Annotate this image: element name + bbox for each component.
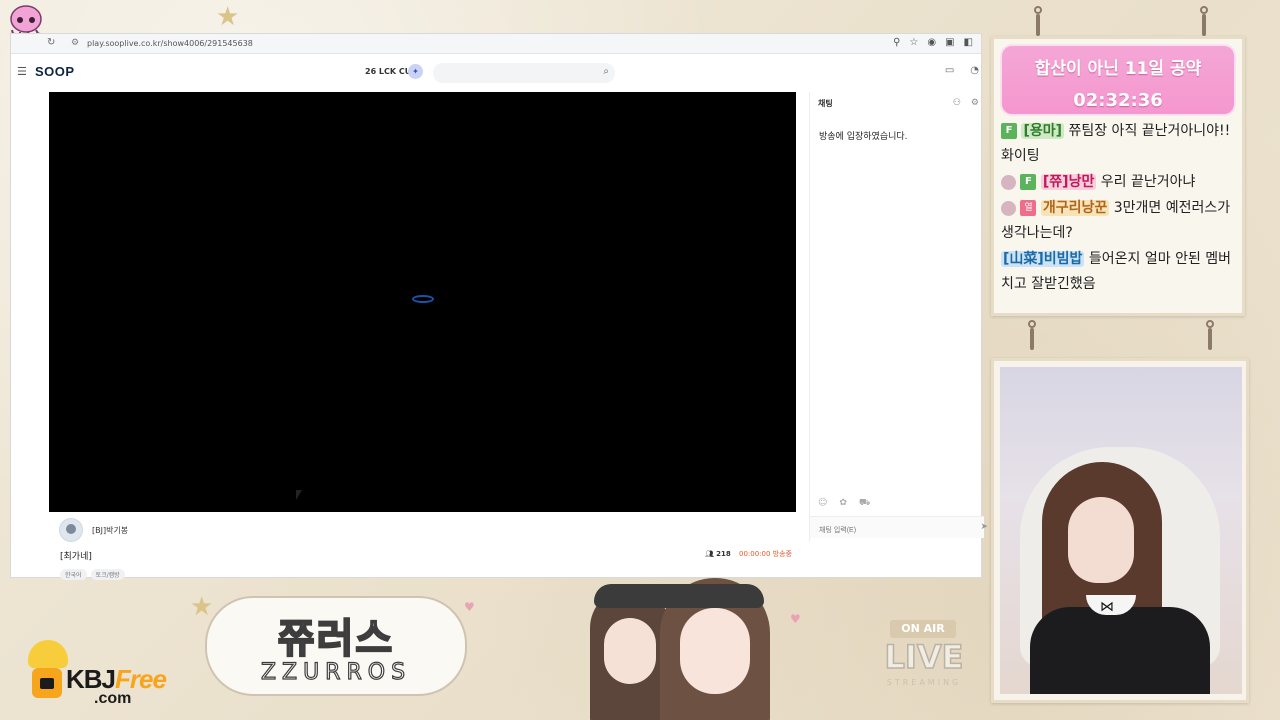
settings-gear-icon[interactable]: ⚙: [971, 98, 979, 108]
viewer-count: 218: [716, 550, 731, 558]
overlay-chat-message: F [용마] 쮸팀장 아직 끝난거아니야!! 화이팅: [1001, 119, 1237, 169]
banner-timer: 02:32:36: [1073, 90, 1163, 111]
pledge-banner: 합산이 아닌 11일 공약 02:32:36: [1000, 44, 1236, 116]
notification-icon[interactable]: ◔: [970, 65, 979, 76]
webcam-frame: ⋈: [991, 358, 1249, 703]
user-list-icon[interactable]: ⚇: [953, 98, 961, 108]
channel-name-korean: 쮸러스: [277, 615, 395, 663]
menu-icon[interactable]: ☰: [17, 65, 27, 78]
reload-icon[interactable]: ↻: [47, 37, 55, 48]
star-decoration-icon: ★: [216, 2, 240, 32]
announcement-card: 합산이 아닌 11일 공약 02:32:36 F [용마] 쮸팀장 아직 끝난거…: [991, 36, 1245, 316]
browser-toolbar: ⚲ ☆ ◉ ▣ ◧: [893, 37, 973, 48]
site-header: ☰ SOOP 26 LCK CUP ✦ ⌕ ▭ ◔: [11, 55, 981, 89]
address-bar: ↻ ⚙ play.sooplive.co.kr/show4006/2915456…: [11, 34, 981, 54]
video-player[interactable]: [49, 92, 796, 512]
search-input[interactable]: [433, 65, 593, 85]
overlay-chat: F [용마] 쮸팀장 아직 끝난거아니야!! 화이팅 F [쮸]낭만 우리 끝난…: [1001, 119, 1237, 298]
url-text[interactable]: play.sooplive.co.kr/show4006/291545638: [87, 39, 253, 48]
header-actions: ▭ ◔: [945, 65, 979, 76]
photo-face-left: [604, 618, 656, 684]
chat-nickname: 개구리낭꾼: [1040, 200, 1110, 216]
chat-input-box[interactable]: ➤: [810, 516, 988, 541]
clip-pin-icon: [1032, 6, 1044, 36]
gift-icon[interactable]: ✿: [839, 498, 847, 509]
event-badge-icon[interactable]: ✦: [408, 64, 423, 79]
viewers-icon: 👥︎: [705, 550, 714, 558]
channel-name-bubble: 쮸러스 ZZURROS: [205, 596, 467, 696]
stream-title: [최가네]: [60, 552, 92, 562]
watermark-domain: .com: [94, 690, 132, 707]
chat-panel: 채팅 ⚇ ⚙ 방송에 입장하였습니다. ☺ ✿ ⛟ ➤: [809, 92, 988, 542]
webcam-feed: ⋈: [1000, 367, 1242, 694]
photo-hats: [594, 584, 764, 608]
chat-nickname: [용마]: [1021, 123, 1065, 139]
fan-badge-icon: F: [1001, 123, 1017, 139]
chat-system-message: 방송에 입장하였습니다.: [819, 132, 908, 142]
extension-icon[interactable]: ▣: [945, 37, 954, 48]
overlay-chat-message: F [쮸]낭만 우리 끝난거아냐: [1001, 170, 1237, 195]
chat-header-actions: ⚇ ⚙: [953, 98, 979, 108]
cat-mascot-icon: [28, 640, 68, 668]
rank-badge-icon: 열: [1020, 200, 1037, 216]
site-logo[interactable]: SOOP: [35, 64, 75, 79]
clip-pin-icon: [1204, 320, 1216, 350]
extensions-puzzle-icon[interactable]: ◧: [964, 37, 973, 48]
user-avatar: [1001, 200, 1016, 216]
chat-title: 채팅: [818, 99, 833, 108]
cart-icon[interactable]: ⛟: [859, 498, 870, 509]
chat-tools: ☺ ✿ ⛟: [818, 498, 870, 509]
clip-pin-icon: [1026, 320, 1038, 350]
search-icon[interactable]: ⌕: [603, 66, 609, 77]
mouse-cursor-icon: [296, 490, 302, 500]
search-box[interactable]: ⌕: [433, 63, 615, 85]
site-info-icon[interactable]: ⚙: [71, 38, 79, 48]
overlay-chat-message: 열 개구리낭꾼 3만개면 예전러스가 생각나는데?: [1001, 196, 1237, 246]
chat-nickname: [쮸]낭만: [1040, 174, 1097, 190]
play-icon: [32, 668, 62, 698]
streaming-text: STREAMING: [886, 678, 962, 687]
fan-badge-icon: F: [1020, 174, 1037, 190]
chat-text: 3만개면 예전러스가 생각나는데?: [1001, 200, 1231, 241]
loading-spinner-icon: [412, 295, 434, 303]
photo-face-right: [680, 608, 750, 694]
streamer-face: [1068, 497, 1134, 583]
viewer-info: 👥︎ 218 00:00:00 방송중: [705, 549, 792, 559]
site-logo-text: SOOP: [35, 64, 75, 79]
on-air-sign: ON AIR LIVE STREAMING: [870, 616, 978, 694]
chat-text: 우리 끝난거아냐: [1100, 174, 1196, 190]
clip-pin-icon: [1198, 6, 1210, 36]
elapsed-time: 00:00:00 방송중: [738, 550, 792, 558]
extension-icon[interactable]: ◉: [927, 37, 936, 48]
live-text: LIVE: [884, 637, 964, 677]
streamer-name[interactable]: [BJ]박기봉: [92, 525, 128, 536]
send-icon[interactable]: ➤: [980, 522, 988, 532]
streamer-outfit: [1030, 607, 1210, 694]
overlay-chat-message: [山菜]비빔밥 들어온지 얼마 안된 멤버치고 잘받긴했음: [1001, 247, 1237, 297]
zoom-icon[interactable]: ⚲: [893, 37, 900, 48]
broadcast-icon[interactable]: ▭: [945, 65, 954, 76]
bow-icon: ⋈: [1100, 599, 1114, 615]
chat-input[interactable]: [810, 520, 970, 541]
user-avatar: [1001, 174, 1016, 190]
chat-nickname: [山菜]비빔밥: [1001, 251, 1085, 267]
banner-title: 합산이 아닌 11일 공약: [1034, 59, 1202, 79]
on-air-tag: ON AIR: [890, 620, 956, 638]
watermark-logo: KBJFree .com: [24, 640, 209, 712]
streamer-avatar[interactable]: [59, 518, 83, 542]
bookmark-star-icon[interactable]: ☆: [909, 37, 918, 48]
channel-name-english: ZZURROS: [260, 659, 412, 685]
emoji-icon[interactable]: ☺: [818, 498, 827, 509]
streamer-photo: [570, 578, 785, 720]
browser-window: ↻ ⚙ play.sooplive.co.kr/show4006/2915456…: [10, 33, 988, 580]
